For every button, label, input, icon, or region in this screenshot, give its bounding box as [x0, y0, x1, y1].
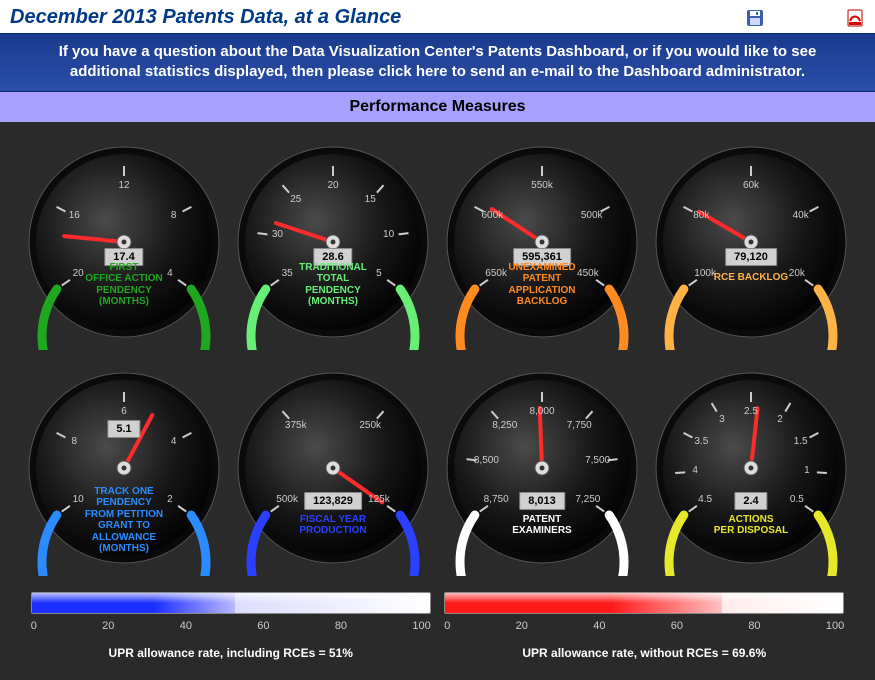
bar-label: UPR allowance rate, without RCEs = 69.6% [444, 646, 844, 660]
bar-scale-tick: 100 [826, 620, 844, 632]
gauge-value: 79,120 [725, 248, 777, 266]
gauge-tick-label: 0.5 [779, 494, 815, 505]
bar-scale: 0 20 40 60 80 100 [444, 620, 844, 632]
gauge-actions_disp: 0.511.522.533.544.52.4ACTIONSPER DISPOSA… [651, 366, 851, 576]
gauge-tick-label: 1.5 [783, 436, 819, 447]
gauge-tick-label: 1 [789, 465, 825, 476]
gauge-title: FIRSTOFFICE ACTIONPENDENCY(MONTHS) [24, 262, 224, 308]
bar-scale-tick: 60 [257, 620, 269, 632]
info-banner[interactable]: If you have a question about the Data Vi… [0, 33, 875, 92]
gauge-fy_prod: 125k 250k 375k 500k123,829 FISCAL YEARPRODUC… [233, 366, 433, 576]
gauge-tick-label: 125k [361, 494, 397, 505]
gauge-tick-label: 500k [574, 210, 610, 221]
bar-scale: 0 20 40 60 80 100 [31, 620, 431, 632]
bar-track [31, 592, 431, 614]
gauge-tick-label: 4.5 [687, 494, 723, 505]
save-icon[interactable] [745, 8, 765, 28]
gauge-face [233, 140, 433, 350]
bar-label: UPR allowance rate, including RCEs = 51% [31, 646, 431, 660]
gauge-title: PATENTEXAMINERS [442, 514, 642, 537]
gauge-tick-label: 7,750 [561, 420, 597, 431]
gauge-title: ACTIONSPER DISPOSAL [651, 514, 851, 537]
bar-track [444, 592, 844, 614]
gauge-first_action: 4812162017.4FIRSTOFFICE ACTIONPENDENCY(M… [24, 140, 224, 350]
gauge-tick-label: 40k [783, 210, 819, 221]
gauge-face [442, 140, 642, 350]
gauge-track_one: 2468105.1TRACK ONEPENDENCYFROM PETITIONG… [24, 366, 224, 576]
bar-upr_incl: 0 20 40 60 80 100 UPR allowance rate, includin… [31, 592, 431, 660]
bar-scale-tick: 0 [31, 620, 37, 632]
gauge-face [233, 366, 433, 576]
gauge-tick-label: 60k [733, 180, 769, 191]
gauge-title: RCE BACKLOG [651, 272, 851, 284]
bar-scale-tick: 80 [335, 620, 347, 632]
gauge-tick-label: 80k [683, 210, 719, 221]
gauge-tick-label: 500k [269, 494, 305, 505]
gauge-tick-label: 8,000 [524, 406, 560, 417]
gauge-tick-label: 8,250 [487, 420, 523, 431]
bar-scale-tick: 60 [671, 620, 683, 632]
bar-scale-tick: 0 [444, 620, 450, 632]
gauge-tick-label: 20 [315, 180, 351, 191]
section-title: Performance Measures [0, 92, 875, 122]
gauge-rce_backlog: 20k40k60k80k100k79,120RCE BACKLOG [651, 140, 851, 350]
page-title: December 2013 Patents Data, at a Glance [10, 6, 665, 29]
gauge-face [24, 140, 224, 350]
gauge-title: TRADITIONALTOTALPENDENCY(MONTHS) [233, 262, 433, 308]
gauge-tick-label: 550k [524, 180, 560, 191]
bar-scale-tick: 20 [102, 620, 114, 632]
bar-scale-tick: 40 [180, 620, 192, 632]
bar-scale-tick: 80 [748, 620, 760, 632]
gauge-tick-label: 16 [56, 210, 92, 221]
gauge-tick-label: 4 [677, 465, 713, 476]
gauge-tick-label: 25 [278, 194, 314, 205]
gauge-tick-label: 6 [106, 406, 142, 417]
gauge-tick-label: 8,750 [478, 494, 514, 505]
gauge-title: UNEXAMINEDPATENTAPPLICATIONBACKLOG [442, 262, 642, 308]
gauge-tick-label: 4 [156, 436, 192, 447]
gauge-tick-label: 3 [704, 414, 740, 425]
gauge-tick-label: 8 [56, 436, 92, 447]
gauge-tick-label: 15 [352, 194, 388, 205]
bar-scale-tick: 20 [516, 620, 528, 632]
bar-scale-tick: 40 [593, 620, 605, 632]
pdf-icon[interactable] [845, 8, 865, 28]
gauge-trad_total: 510152025303528.6TRADITIONALTOTALPENDENC… [233, 140, 433, 350]
gauge-tick-label: 375k [278, 420, 314, 431]
gauge-tick-label: 7,250 [570, 494, 606, 505]
title-bar: December 2013 Patents Data, at a Glance [0, 0, 875, 33]
bar-upr_excl: 0 20 40 60 80 100 UPR allowance rate, without … [444, 592, 844, 660]
gauge-tick-label: 10 [371, 229, 407, 240]
gauge-value: 123,829 [304, 492, 362, 510]
gauge-face [442, 366, 642, 576]
gauge-unexamined: 450k500k550k600k650k595,361UNEXAMINEDPAT… [442, 140, 642, 350]
bar-scale-tick: 100 [412, 620, 430, 632]
gauge-value: 8,013 [519, 492, 565, 510]
gauge-value: 5.1 [107, 420, 140, 438]
gauge-title: FISCAL YEARPRODUCTION [233, 514, 433, 537]
gauge-tick-label: 3.5 [683, 436, 719, 447]
gauge-tick-label: 8,500 [468, 455, 504, 466]
gauge-tick-label: 250k [352, 420, 388, 431]
gauge-examiners: 7,250 7,500 7,7508,0008,250 8,500 8,750 8,013… [442, 366, 642, 576]
gauge-value: 2.4 [734, 492, 767, 510]
gauge-title: TRACK ONEPENDENCYFROM PETITIONGRANT TOAL… [24, 486, 224, 555]
gauge-tick-label: 8 [156, 210, 192, 221]
gauge-face [651, 140, 851, 350]
gauge-tick-label: 12 [106, 180, 142, 191]
gauge-tick-label: 7,500 [580, 455, 616, 466]
gauge-tick-label: 600k [474, 210, 510, 221]
gauge-tick-label: 30 [259, 229, 295, 240]
dashboard: 4812162017.4FIRSTOFFICE ACTIONPENDENCY(M… [0, 122, 875, 680]
